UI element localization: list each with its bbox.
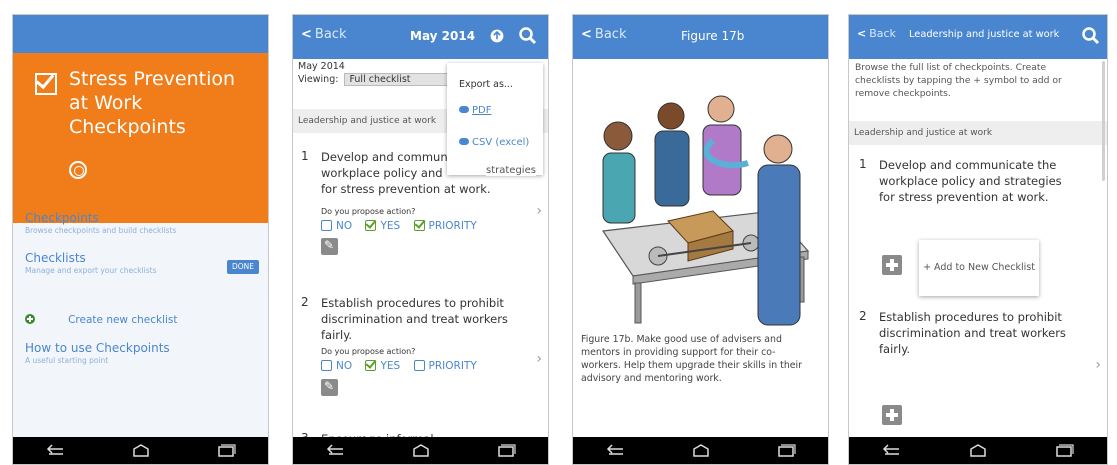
viewing-label: Viewing: [298,74,339,85]
no-checkbox[interactable]: NO [321,220,362,232]
android-nav-bar [293,437,548,464]
add-circle-icon [25,314,35,324]
home-nav-icon[interactable] [688,443,714,459]
done-button[interactable]: DONE [227,260,259,274]
item-text: Develop and communicate the workplace po… [879,158,1062,204]
menu-item-checkpoints[interactable]: Checkpoints Browse checkpoints and build… [25,211,255,235]
back-button[interactable]: < Back [857,27,896,40]
chevron-left-icon: < [581,27,592,42]
action-bar: < Back Leadership and justice at work [849,15,1107,59]
cloud-download-icon [459,138,469,145]
checkpoint-item-2[interactable]: 2 Establish procedures to prohibit discr… [849,305,1107,405]
menu-item-create-checklist[interactable]: Create new checklist [25,308,255,327]
recents-nav-icon[interactable] [1051,443,1077,459]
android-nav-bar [849,437,1107,464]
add-to-new-checklist-popup[interactable]: + Add to New Checklist [919,240,1039,296]
action-bar: < Back Figure 17b [573,15,828,59]
chevron-right-icon[interactable]: › [536,351,542,367]
add-to-checklist-button[interactable] [882,255,902,275]
back-nav-icon[interactable] [879,443,905,459]
menu-item-title: Create new checklist [68,314,178,326]
recents-nav-icon[interactable] [493,443,519,459]
app-title: Stress Prevention at Work Checkpoints [69,68,236,138]
recents-nav-icon[interactable] [213,443,239,459]
menu-item-checklists[interactable]: Checklists Manage and export your checkl… [25,251,255,275]
menu-item-title: Checklists [25,251,86,265]
export-csv-option[interactable]: CSV (excel) [459,137,529,148]
checkbox-logo-icon [35,69,57,95]
back-nav-icon[interactable] [603,443,629,459]
checkpoint-item-1[interactable]: 1 Develop and communicate the workplace … [849,149,1107,249]
date-line: May 2014 [298,61,345,72]
cloud-download-icon [459,106,469,113]
screen-browse-checkpoints: < Back Leadership and justice at work Bro… [848,14,1108,465]
export-pdf-option[interactable]: PDF [459,105,491,116]
page-title: Leadership and justice at work [909,29,1060,40]
menu-item-subtitle: Browse checkpoints and build checklists [25,226,177,235]
menu-item-how-to-use[interactable]: How to use Checkpoints A useful starting… [25,341,255,365]
hero-banner: Stress Prevention at Work Checkpoints [13,53,268,223]
section-header: Leadership and justice at work [849,121,1107,145]
recents-nav-icon[interactable] [773,443,799,459]
screen-home: Stress Prevention at Work Checkpoints Ch… [12,14,269,465]
export-menu: Export as... PDF CSV (excel) [447,63,543,175]
add-to-checklist-button[interactable] [882,405,902,425]
search-icon[interactable] [1081,26,1101,46]
yes-checkbox[interactable]: YES [365,220,410,232]
home-nav-icon[interactable] [965,443,991,459]
chevron-left-icon: < [301,27,312,42]
checkpoint-item-2[interactable]: 2 Establish procedures to prohibit discr… [293,291,548,431]
status-bar [13,15,268,53]
screen-figure: < Back Figure 17b Figure 17b. Make good u… [572,14,829,465]
action-options: NO YES PRIORITY [321,220,487,232]
item-number: 1 [301,149,309,163]
home-nav-icon[interactable] [408,443,434,459]
chevron-right-icon[interactable]: › [1095,357,1101,373]
action-question: Do you propose action? [321,207,416,216]
menu-item-subtitle: Manage and export your checklists [25,266,157,275]
figure-illustration [573,61,828,331]
item-number: 1 [859,157,867,171]
figure-caption: Figure 17b. Make good use of advisers an… [581,334,802,384]
yes-checkbox[interactable]: YES [365,360,410,372]
action-options: NO YES PRIORITY [321,360,487,372]
upload-icon[interactable] [489,28,505,44]
priority-checkbox[interactable]: PRIORITY [413,360,487,372]
ilo-emblem-icon [69,161,87,179]
back-nav-icon[interactable] [43,443,69,459]
edit-icon[interactable] [321,238,338,255]
page-title: May 2014 [410,29,476,43]
menu-item-title: Checkpoints [25,211,99,225]
search-icon[interactable] [518,26,538,46]
export-menu-title: Export as... [459,79,513,90]
chevron-right-icon[interactable]: › [536,203,542,219]
item-text: Establish procedures to prohibit discrim… [321,296,508,342]
intro-text: Browse the full list of checkpoints. Cre… [855,62,1062,99]
item-text: Establish procedures to prohibit discrim… [879,310,1066,356]
menu-item-title: How to use Checkpoints [25,341,170,355]
priority-checkbox[interactable]: PRIORITY [413,220,487,232]
no-checkbox[interactable]: NO [321,360,362,372]
android-nav-bar [573,437,828,464]
action-bar: < Back May 2014 [293,15,548,59]
screen-checklist: < Back May 2014 May 2014 Viewing: Full ch… [292,14,549,465]
menu-item-subtitle: A useful starting point [25,356,109,365]
back-nav-icon[interactable] [323,443,349,459]
android-nav-bar [13,437,268,464]
item-number: 2 [859,309,867,323]
chevron-left-icon: < [857,27,867,40]
item-number: 2 [301,295,309,309]
edit-icon[interactable] [321,379,338,396]
back-button[interactable]: < Back [301,27,346,42]
home-nav-icon[interactable] [128,443,154,459]
action-question: Do you propose action? [321,347,416,356]
page-title: Figure 17b [681,29,745,43]
scrollbar[interactable] [1102,61,1105,181]
item-1-overlap-text: strategies [486,165,536,176]
back-button[interactable]: < Back [581,27,626,42]
